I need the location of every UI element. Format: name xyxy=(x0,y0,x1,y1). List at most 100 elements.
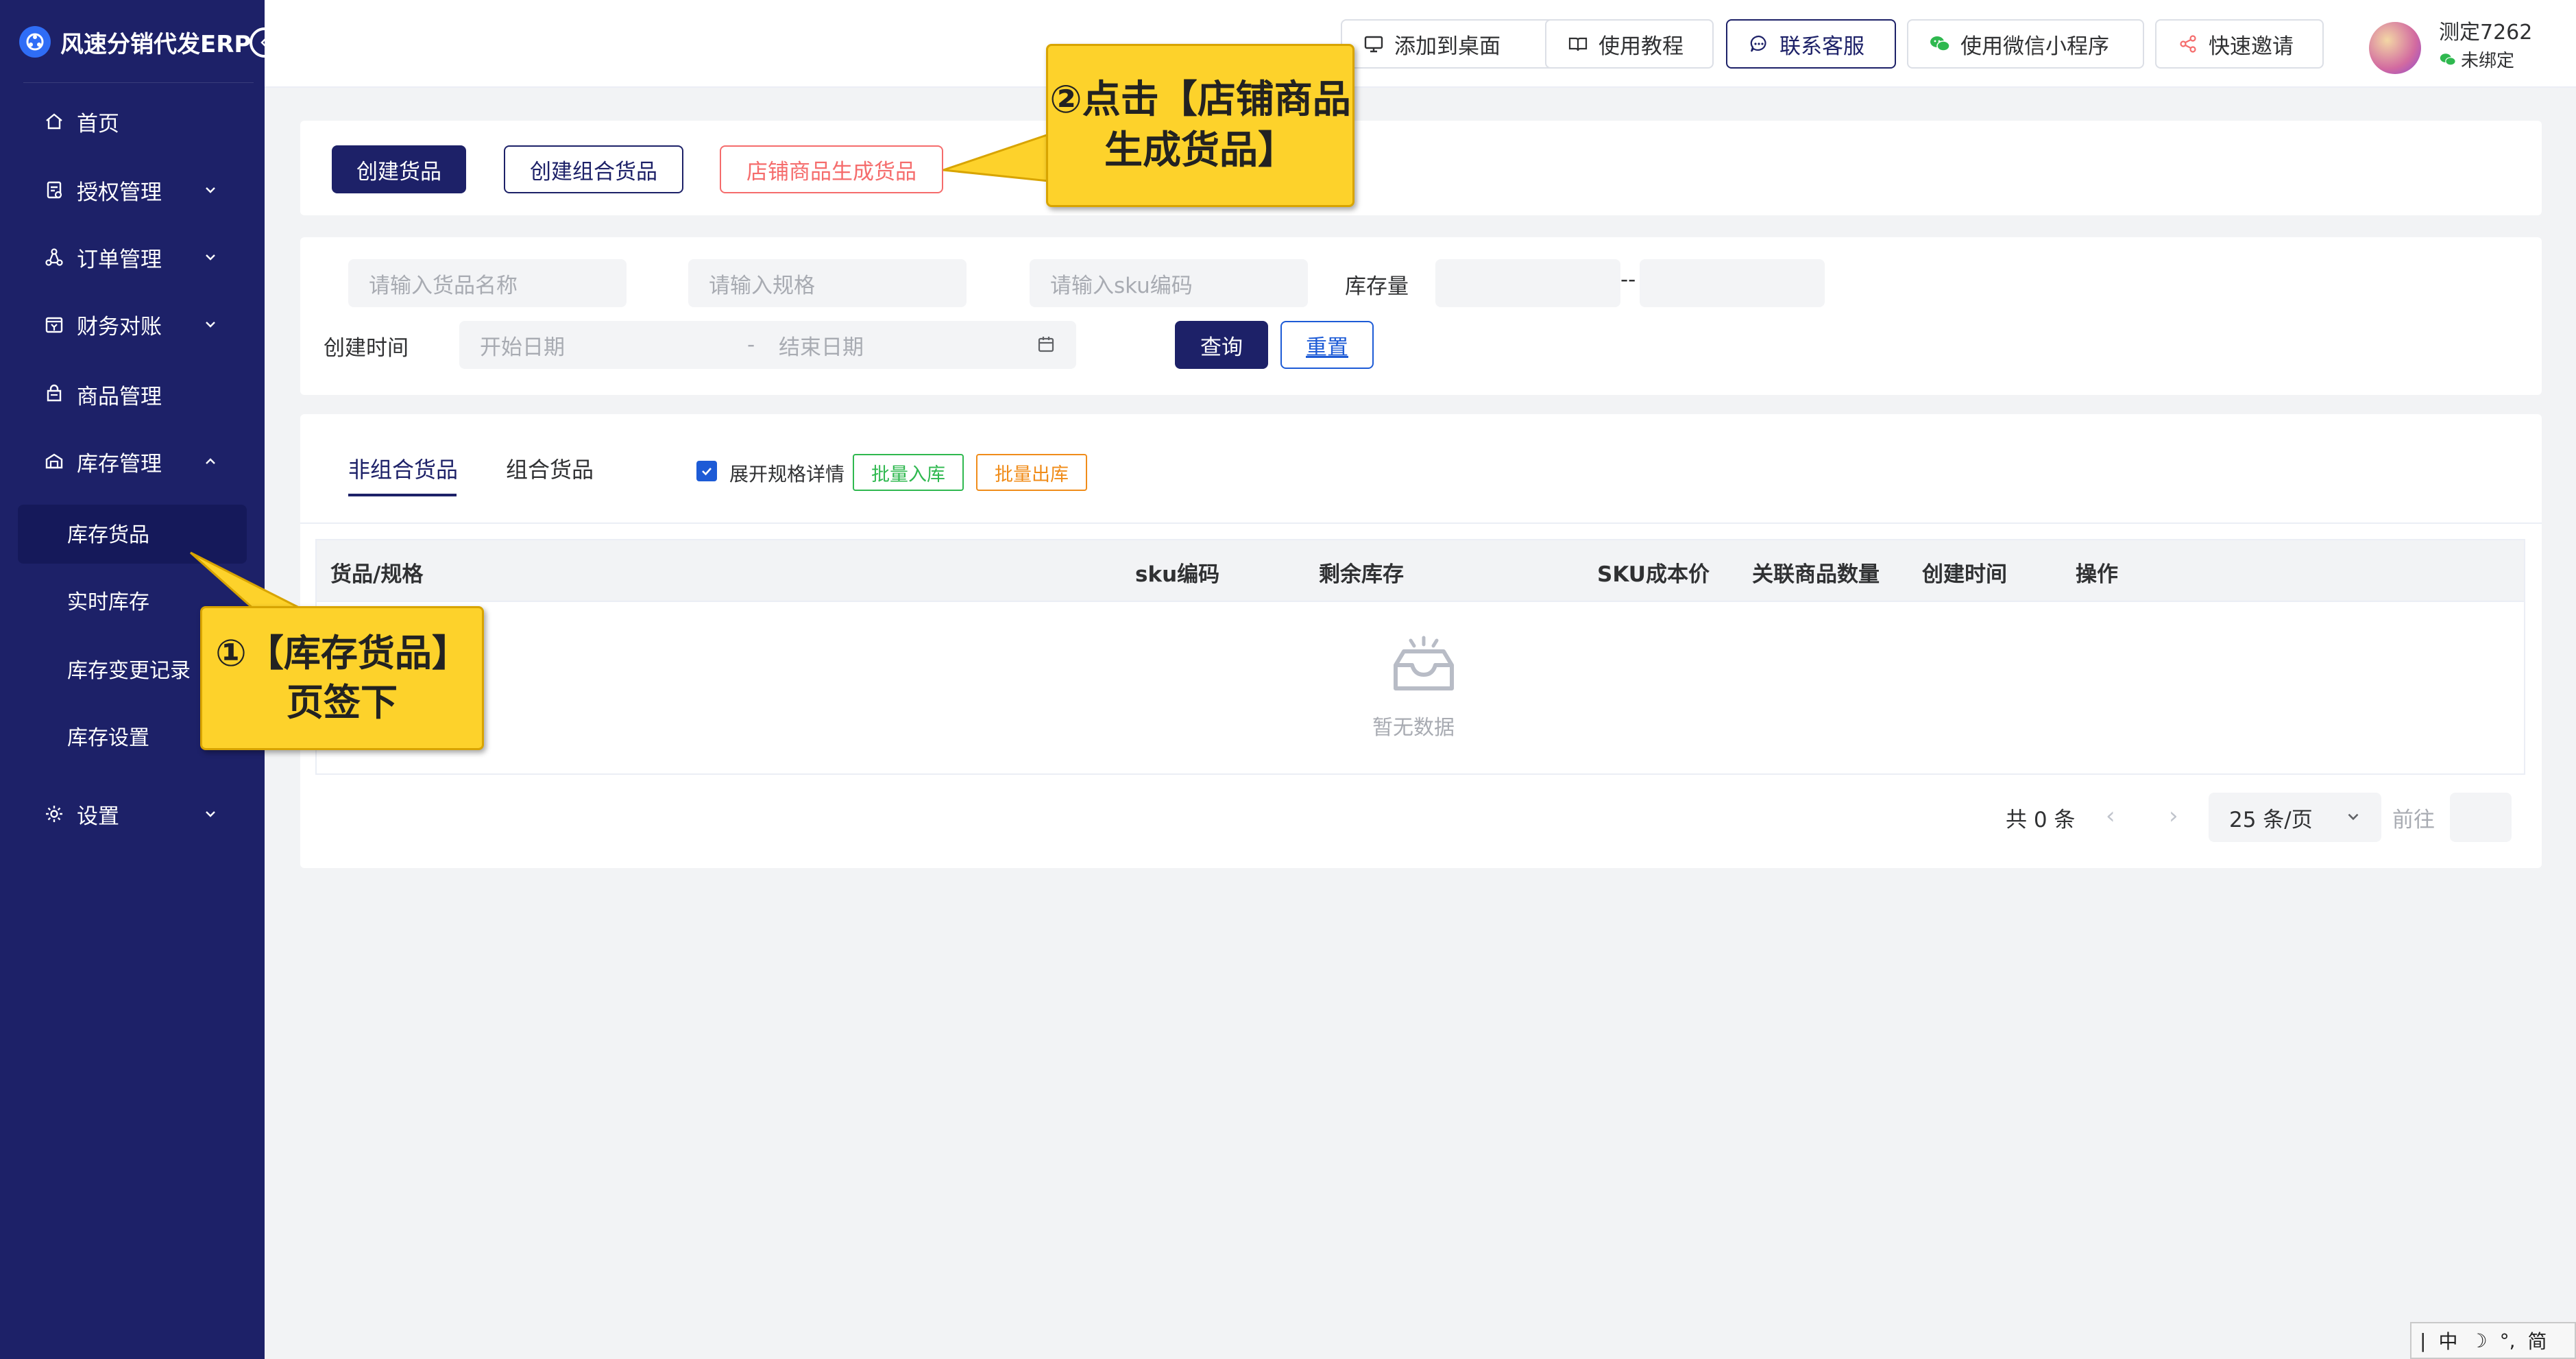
date-range-picker[interactable]: 开始日期 - 结束日期 xyxy=(459,321,1076,369)
wechat-icon xyxy=(2440,53,2456,66)
avatar xyxy=(2369,22,2421,74)
callout-step2-text: ②点击【店铺商品生成货品】 xyxy=(1049,77,1351,173)
add-to-desktop-button[interactable]: 添加到桌面 xyxy=(1341,19,1578,69)
user-name: 测定7262 xyxy=(2439,21,2533,45)
create-goods-button[interactable]: 创建货品 xyxy=(332,145,466,193)
page-size-select[interactable]: 25 条/页 xyxy=(2209,793,2381,842)
batch-in-button[interactable]: 批量入库 xyxy=(853,454,964,491)
finance-icon xyxy=(42,313,66,336)
shop-goods-generate-button[interactable]: 店铺商品生成货品 xyxy=(720,145,943,193)
column-header: sku编码 xyxy=(1135,562,1220,587)
chevron-down-icon xyxy=(2348,813,2359,821)
order-icon xyxy=(42,245,66,269)
stock-range-separator: -- xyxy=(1620,267,1636,292)
bind-status: 未绑定 xyxy=(2439,47,2514,72)
spec-input[interactable]: 请输入规格 xyxy=(688,259,967,307)
sidebar-subitem-inventory-goods[interactable]: 库存货品 xyxy=(0,502,265,564)
query-button[interactable]: 查询 xyxy=(1175,321,1268,369)
sidebar-item-inventory[interactable]: 库存管理 xyxy=(0,431,265,492)
goods-table: 货品/规格 sku编码 剩余库存 SKU成本价 关联商品数量 创建时间 操作 暂… xyxy=(315,539,2525,775)
user-menu[interactable]: 测定7262 未绑定 xyxy=(2369,14,2568,75)
sidebar-item-finance[interactable]: 财务对账 xyxy=(0,293,265,355)
empty-box-icon xyxy=(1394,636,1454,690)
wechat-miniapp-label: 使用微信小程序 xyxy=(1960,34,2109,59)
callout-step1-text: ①【库存货品】页签下 xyxy=(215,632,469,724)
app-logo[interactable]: 风速分销代发ERP xyxy=(19,19,251,64)
column-header: SKU成本价 xyxy=(1597,562,1710,587)
topbar: 添加到桌面 使用教程 联系客服 使用微信小程序 快速邀请 测定7262 未绑定 xyxy=(265,0,2576,88)
quick-invite-label: 快速邀请 xyxy=(2209,34,2294,59)
add-to-desktop-label: 添加到桌面 xyxy=(1394,34,1500,59)
sidebar-item-label: 首页 xyxy=(77,111,119,136)
chevron-up-icon xyxy=(200,451,221,472)
license-icon xyxy=(42,178,66,202)
bind-status-label: 未绑定 xyxy=(2461,51,2515,71)
ime-script-label: 简 xyxy=(2527,1330,2547,1353)
callout-step2: ②点击【店铺商品生成货品】 xyxy=(1046,44,1354,207)
sidebar-item-label: 库存设置 xyxy=(67,726,149,750)
app-title: 风速分销代发ERP xyxy=(60,30,252,58)
column-header: 关联商品数量 xyxy=(1752,562,1880,587)
chevron-down-icon xyxy=(200,804,221,824)
stock-max-input[interactable] xyxy=(1640,259,1825,307)
tab-combo-goods[interactable]: 组合货品 xyxy=(506,453,594,484)
goods-icon xyxy=(42,383,66,406)
stock-min-input[interactable] xyxy=(1435,259,1620,307)
goto-page-input[interactable] xyxy=(2450,793,2512,842)
sidebar-item-label: 订单管理 xyxy=(77,247,162,272)
gear-icon xyxy=(42,802,66,826)
sidebar-item-label: 库存货品 xyxy=(67,523,149,547)
tab-non-combo-goods[interactable]: 非组合货品 xyxy=(348,453,458,484)
sidebar-item-home[interactable]: 首页 xyxy=(0,91,265,152)
sidebar-item-orders[interactable]: 订单管理 xyxy=(0,226,265,288)
sidebar-item-label: 库存管理 xyxy=(77,451,162,477)
sidebar-item-settings[interactable]: 设置 xyxy=(0,783,265,845)
reset-button[interactable]: 重置 xyxy=(1280,321,1374,369)
chevron-down-icon xyxy=(200,314,221,335)
home-icon xyxy=(42,110,66,133)
sku-input[interactable]: 请输入sku编码 xyxy=(1030,259,1308,307)
share-icon xyxy=(2177,33,2199,55)
next-page-icon[interactable]: › xyxy=(2169,802,2178,830)
callout-step1: ①【库存货品】页签下 xyxy=(200,606,484,750)
actions-panel: 创建货品 创建组合货品 店铺商品生成货品 xyxy=(300,121,2542,215)
goods-name-input[interactable]: 请输入货品名称 xyxy=(348,259,627,307)
stock-label: 库存量 xyxy=(1345,274,1409,299)
chat-icon xyxy=(1748,33,1770,55)
pagination-total: 共 0 条 xyxy=(2006,808,2076,832)
sidebar-item-label: 商品管理 xyxy=(77,384,162,409)
monitor-icon xyxy=(1363,33,1385,55)
batch-out-button[interactable]: 批量出库 xyxy=(976,454,1087,491)
wechat-icon xyxy=(1929,33,1951,55)
expand-spec-checkbox[interactable] xyxy=(696,461,717,481)
goto-label: 前往 xyxy=(2392,808,2435,832)
sidebar-item-license[interactable]: 授权管理 xyxy=(0,159,265,221)
contact-support-label: 联系客服 xyxy=(1779,34,1864,59)
tutorial-label: 使用教程 xyxy=(1599,34,1684,59)
start-date-placeholder: 开始日期 xyxy=(480,335,565,360)
date-range-separator: - xyxy=(747,333,755,357)
quick-invite-button[interactable]: 快速邀请 xyxy=(2155,19,2324,69)
wechat-miniapp-button[interactable]: 使用微信小程序 xyxy=(1907,19,2144,69)
sidebar-item-label: 实时库存 xyxy=(67,590,149,614)
ime-toolbar[interactable]: | 中 ☽ °, 简 xyxy=(2410,1322,2576,1359)
chevron-down-icon xyxy=(200,180,221,200)
create-combo-goods-button[interactable]: 创建组合货品 xyxy=(504,145,683,193)
calendar-icon xyxy=(1036,335,1056,359)
expand-spec-label: 展开规格详情 xyxy=(729,463,845,485)
page-size-value: 25 条/页 xyxy=(2229,807,2313,832)
active-tab-indicator xyxy=(348,494,457,496)
contact-support-button[interactable]: 联系客服 xyxy=(1726,19,1896,69)
ime-cursor-icon: | xyxy=(2420,1329,2427,1352)
prev-page-icon[interactable]: ‹ xyxy=(2106,802,2115,830)
column-header: 操作 xyxy=(2076,562,2118,587)
punctuation-icon: °, xyxy=(2499,1329,2516,1352)
sidebar-divider xyxy=(23,82,254,83)
sidebar-item-goods[interactable]: 商品管理 xyxy=(0,363,265,425)
table-header: 货品/规格 sku编码 剩余库存 SKU成本价 关联商品数量 创建时间 操作 xyxy=(317,540,2524,602)
sidebar-item-label: 财务对账 xyxy=(77,314,162,339)
tutorial-button[interactable]: 使用教程 xyxy=(1545,19,1714,69)
sidebar-item-label: 库存变更记录 xyxy=(67,659,191,683)
created-time-label: 创建时间 xyxy=(324,336,409,361)
filter-panel: 请输入货品名称 请输入规格 请输入sku编码 库存量 -- 创建时间 开始日期 … xyxy=(300,237,2542,395)
